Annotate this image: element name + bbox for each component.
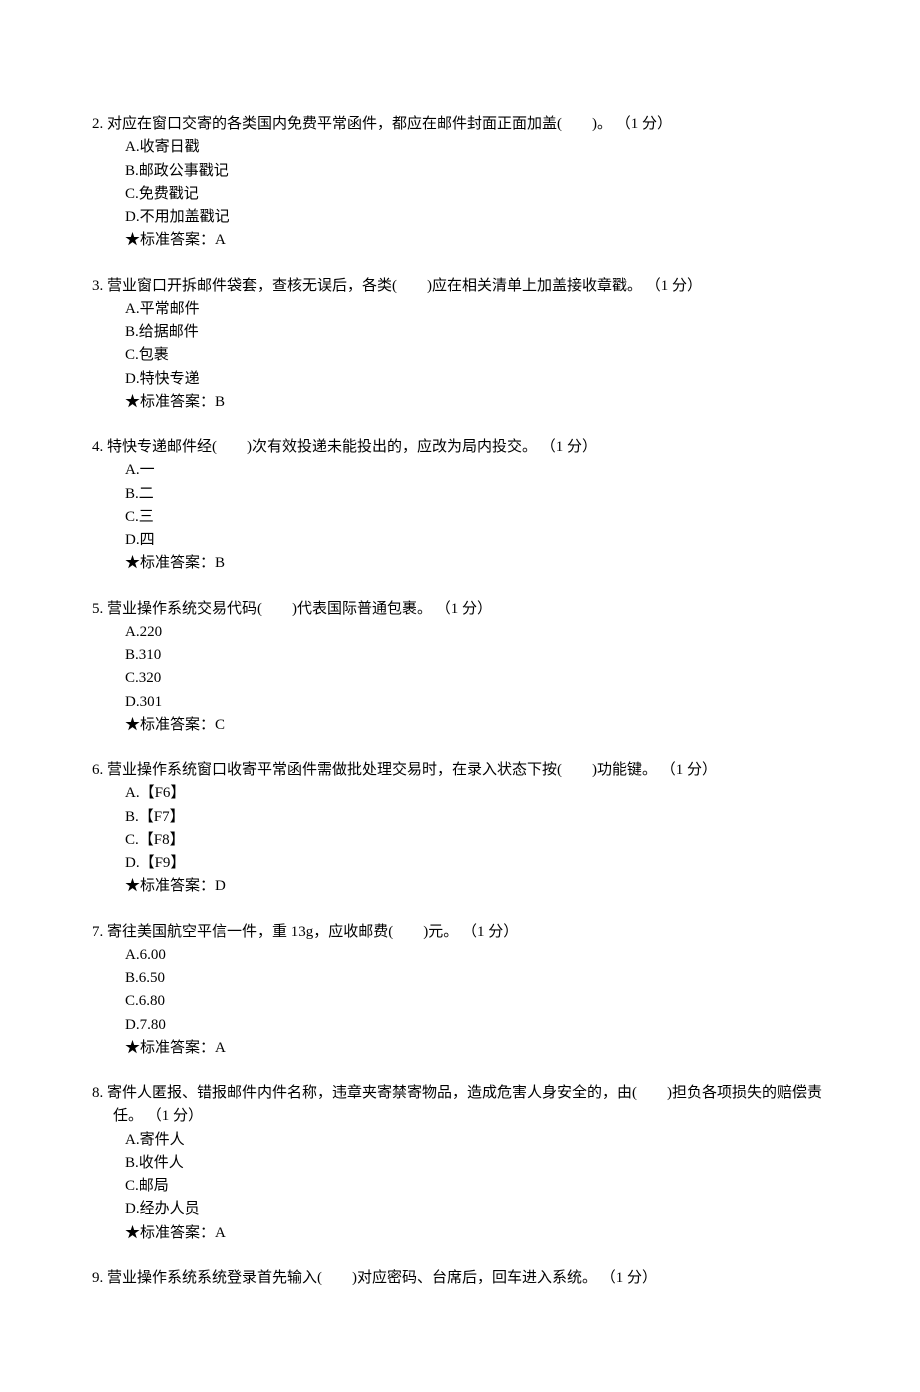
question-options: A.寄件人B.收件人C.邮局D.经办人员 [92,1129,828,1222]
question-option: B.收件人 [125,1152,828,1175]
document-body: 2. 对应在窗口交寄的各类国内免费平常函件，都应在邮件封面正面加盖( )。 （1… [92,113,828,1290]
question-option: B.二 [125,483,828,506]
question: 3. 营业窗口开拆邮件袋套，查核无误后，各类( )应在相关清单上加盖接收章戳。 … [92,275,828,415]
question-options: A.收寄日戳B.邮政公事戳记C.免费戳记D.不用加盖戳记 [92,136,828,229]
question-stem: 4. 特快专递邮件经( )次有效投递未能投出的，应改为局内投交。 （1 分） [92,436,828,459]
question-option: C.320 [125,667,828,690]
question-options: A.【F6】B.【F7】C.【F8】D.【F9】 [92,782,828,875]
question-option: D.7.80 [125,1014,828,1037]
question-option: D.不用加盖戳记 [125,206,828,229]
question-stem: 6. 营业操作系统窗口收寄平常函件需做批处理交易时，在录入状态下按( )功能键。… [92,759,828,782]
question-answer: ★标准答案：A [92,229,828,252]
question-option: C.【F8】 [125,829,828,852]
question: 2. 对应在窗口交寄的各类国内免费平常函件，都应在邮件封面正面加盖( )。 （1… [92,113,828,253]
question-option: A.一 [125,459,828,482]
question-option: D.特快专递 [125,368,828,391]
question: 4. 特快专递邮件经( )次有效投递未能投出的，应改为局内投交。 （1 分）A.… [92,436,828,576]
question-option: C.6.80 [125,990,828,1013]
question-option: D.四 [125,529,828,552]
question-answer: ★标准答案：C [92,714,828,737]
question-option: C.邮局 [125,1175,828,1198]
question-answer: ★标准答案：A [92,1222,828,1245]
question-option: B.【F7】 [125,806,828,829]
question-stem: 8. 寄件人匿报、错报邮件内件名称，违章夹寄禁寄物品，造成危害人身安全的，由( … [92,1082,828,1129]
question-option: B.给据邮件 [125,321,828,344]
question-option: A.寄件人 [125,1129,828,1152]
question-option: A.【F6】 [125,782,828,805]
question-stem: 2. 对应在窗口交寄的各类国内免费平常函件，都应在邮件封面正面加盖( )。 （1… [92,113,828,136]
question-stem: 5. 营业操作系统交易代码( )代表国际普通包裹。 （1 分） [92,598,828,621]
question: 8. 寄件人匿报、错报邮件内件名称，违章夹寄禁寄物品，造成危害人身安全的，由( … [92,1082,828,1245]
question-option: D.经办人员 [125,1198,828,1221]
question-answer: ★标准答案：A [92,1037,828,1060]
question-options: A.6.00B.6.50C.6.80D.7.80 [92,944,828,1037]
question: 7. 寄往美国航空平信一件，重 13g，应收邮费( )元。 （1 分）A.6.0… [92,921,828,1061]
question-answer: ★标准答案：B [92,552,828,575]
question-options: A.平常邮件B.给据邮件C.包裹D.特快专递 [92,298,828,391]
question-option: D.301 [125,691,828,714]
question-option: A.220 [125,621,828,644]
question: 5. 营业操作系统交易代码( )代表国际普通包裹。 （1 分）A.220B.31… [92,598,828,738]
question-option: C.包裹 [125,344,828,367]
question-options: A.220B.310C.320D.301 [92,621,828,714]
question-stem: 9. 营业操作系统系统登录首先输入( )对应密码、台席后，回车进入系统。 （1 … [92,1267,828,1290]
question: 9. 营业操作系统系统登录首先输入( )对应密码、台席后，回车进入系统。 （1 … [92,1267,828,1290]
question-option: A.6.00 [125,944,828,967]
question-option: B.310 [125,644,828,667]
question-answer: ★标准答案：D [92,875,828,898]
question-option: A.平常邮件 [125,298,828,321]
question-option: B.6.50 [125,967,828,990]
question-option: A.收寄日戳 [125,136,828,159]
question-stem: 7. 寄往美国航空平信一件，重 13g，应收邮费( )元。 （1 分） [92,921,828,944]
question-option: B.邮政公事戳记 [125,160,828,183]
question-stem: 3. 营业窗口开拆邮件袋套，查核无误后，各类( )应在相关清单上加盖接收章戳。 … [92,275,828,298]
question-option: D.【F9】 [125,852,828,875]
question-option: C.三 [125,506,828,529]
question-answer: ★标准答案：B [92,391,828,414]
question: 6. 营业操作系统窗口收寄平常函件需做批处理交易时，在录入状态下按( )功能键。… [92,759,828,899]
question-options: A.一B.二C.三D.四 [92,459,828,552]
question-option: C.免费戳记 [125,183,828,206]
